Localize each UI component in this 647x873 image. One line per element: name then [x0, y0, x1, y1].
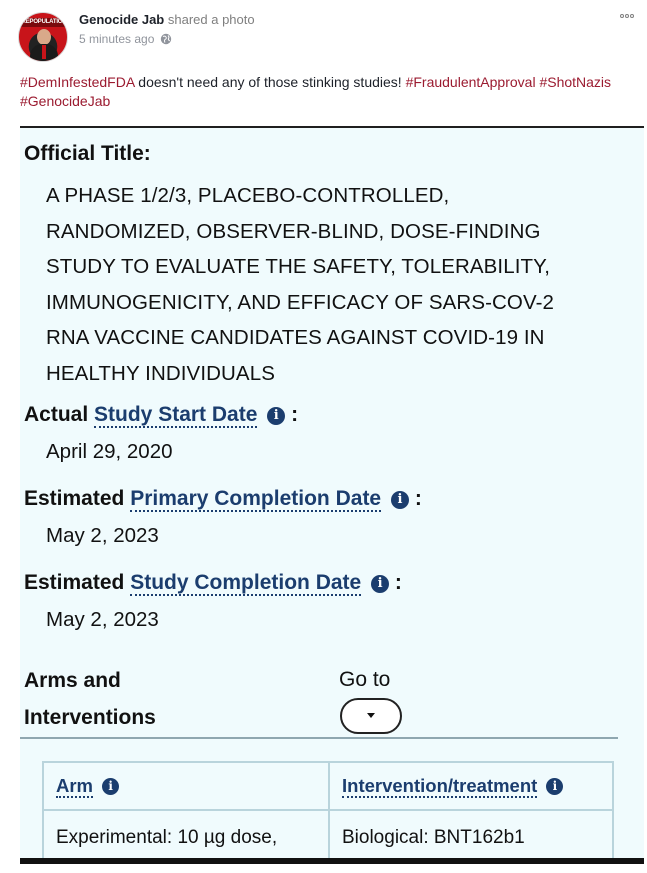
arm-header-text[interactable]: Arm: [56, 775, 94, 798]
primary-completion-label: Estimated Primary Completion Date i :: [24, 487, 422, 512]
primary-completion-value: May 2, 2023: [46, 524, 159, 547]
study-completion-label: Estimated Study Completion Date i :: [24, 571, 402, 596]
official-title-text: A PHASE 1/2/3, PLACEBO-CONTROLLED, RANDO…: [46, 178, 636, 391]
post-header: REPOPULATION Genocide Jab shared a photo…: [18, 8, 638, 64]
study-completion-prefix: Estimated: [24, 571, 125, 594]
avatar-head: [37, 29, 51, 45]
post-timestamp[interactable]: 5 minutes ago: [79, 32, 154, 46]
info-icon[interactable]: i: [546, 778, 564, 795]
arms-table: Arm i Intervention/treatment i Experimen…: [42, 761, 614, 864]
official-title-line: A PHASE 1/2/3, PLACEBO-CONTROLLED,: [46, 184, 450, 207]
globe-icon: [161, 33, 172, 45]
section-divider: [20, 737, 618, 739]
photo-bottom-edge: [20, 858, 644, 864]
post-caption: #DemInfestedFDA doesn't need any of thos…: [20, 73, 630, 111]
official-title-line: HEALTHY INDIVIDUALS: [46, 361, 275, 385]
caption-text: doesn't need any of those stinking studi…: [134, 74, 406, 90]
intervention-header-text[interactable]: Intervention/treatment: [342, 775, 538, 798]
table-header-intervention: Intervention/treatment i: [328, 761, 614, 811]
avatar[interactable]: REPOPULATION: [18, 12, 68, 62]
study-start-prefix: Actual: [24, 403, 89, 426]
hashtag-link[interactable]: #ShotNazis: [539, 74, 611, 90]
table-header-arm: Arm i: [42, 761, 330, 811]
official-title-line: RANDOMIZED, OBSERVER-BLIND, DOSE-FINDING: [46, 219, 541, 243]
table-row: Experimental: 10 µg dose, Biological: BN…: [42, 809, 614, 864]
hashtag-link[interactable]: #GenocideJab: [20, 93, 110, 109]
label-colon: :: [394, 571, 402, 594]
author-line: Genocide Jab shared a photo: [79, 12, 255, 27]
more-options-icon[interactable]: [620, 14, 634, 18]
hashtag-link[interactable]: #FraudulentApproval: [406, 74, 536, 90]
info-icon[interactable]: i: [371, 575, 390, 593]
table-cell-intervention: Biological: BNT162b1: [328, 809, 614, 864]
hashtag-link[interactable]: #DemInfestedFDA: [20, 74, 134, 90]
official-title-line: STUDY TO EVALUATE THE SAFETY, TOLERABILI…: [46, 255, 551, 278]
study-completion-term[interactable]: Study Completion Date: [130, 571, 362, 596]
official-title-line: RNA VACCINE CANDIDATES AGAINST COVID-19 …: [46, 326, 545, 349]
info-icon[interactable]: i: [102, 778, 120, 795]
official-title-label: Official Title:: [24, 142, 151, 165]
goto-label: Go to: [339, 668, 391, 691]
arms-heading-line2: Interventions: [24, 706, 156, 729]
study-start-term[interactable]: Study Start Date: [94, 403, 258, 428]
primary-completion-term[interactable]: Primary Completion Date: [130, 487, 382, 512]
study-start-value: April 29, 2020: [46, 440, 173, 463]
table-header-row: Arm i Intervention/treatment i: [42, 761, 614, 811]
post-meta: 5 minutes ago: [79, 32, 172, 46]
official-title-line: IMMUNOGENICITY, AND EFFICACY OF SARS-COV…: [46, 290, 555, 314]
info-icon[interactable]: i: [390, 491, 409, 509]
author-name[interactable]: Genocide Jab: [79, 12, 164, 27]
arms-heading-line1: Arms and: [24, 669, 121, 692]
primary-completion-prefix: Estimated: [24, 487, 125, 510]
shared-photo[interactable]: Official Title: A PHASE 1/2/3, PLACEBO-C…: [20, 126, 644, 864]
avatar-banner-text: REPOPULATION: [21, 18, 67, 27]
label-colon: :: [414, 487, 422, 510]
study-start-label: Actual Study Start Date i :: [24, 403, 299, 428]
chevron-down-icon: [367, 713, 375, 718]
info-icon[interactable]: i: [267, 407, 286, 425]
avatar-tie: [42, 45, 46, 59]
goto-dropdown[interactable]: [340, 698, 402, 734]
author-action: shared a photo: [167, 12, 255, 27]
table-cell-arm: Experimental: 10 µg dose,: [42, 809, 330, 864]
study-completion-value: May 2, 2023: [46, 608, 159, 631]
label-colon: :: [291, 403, 299, 426]
